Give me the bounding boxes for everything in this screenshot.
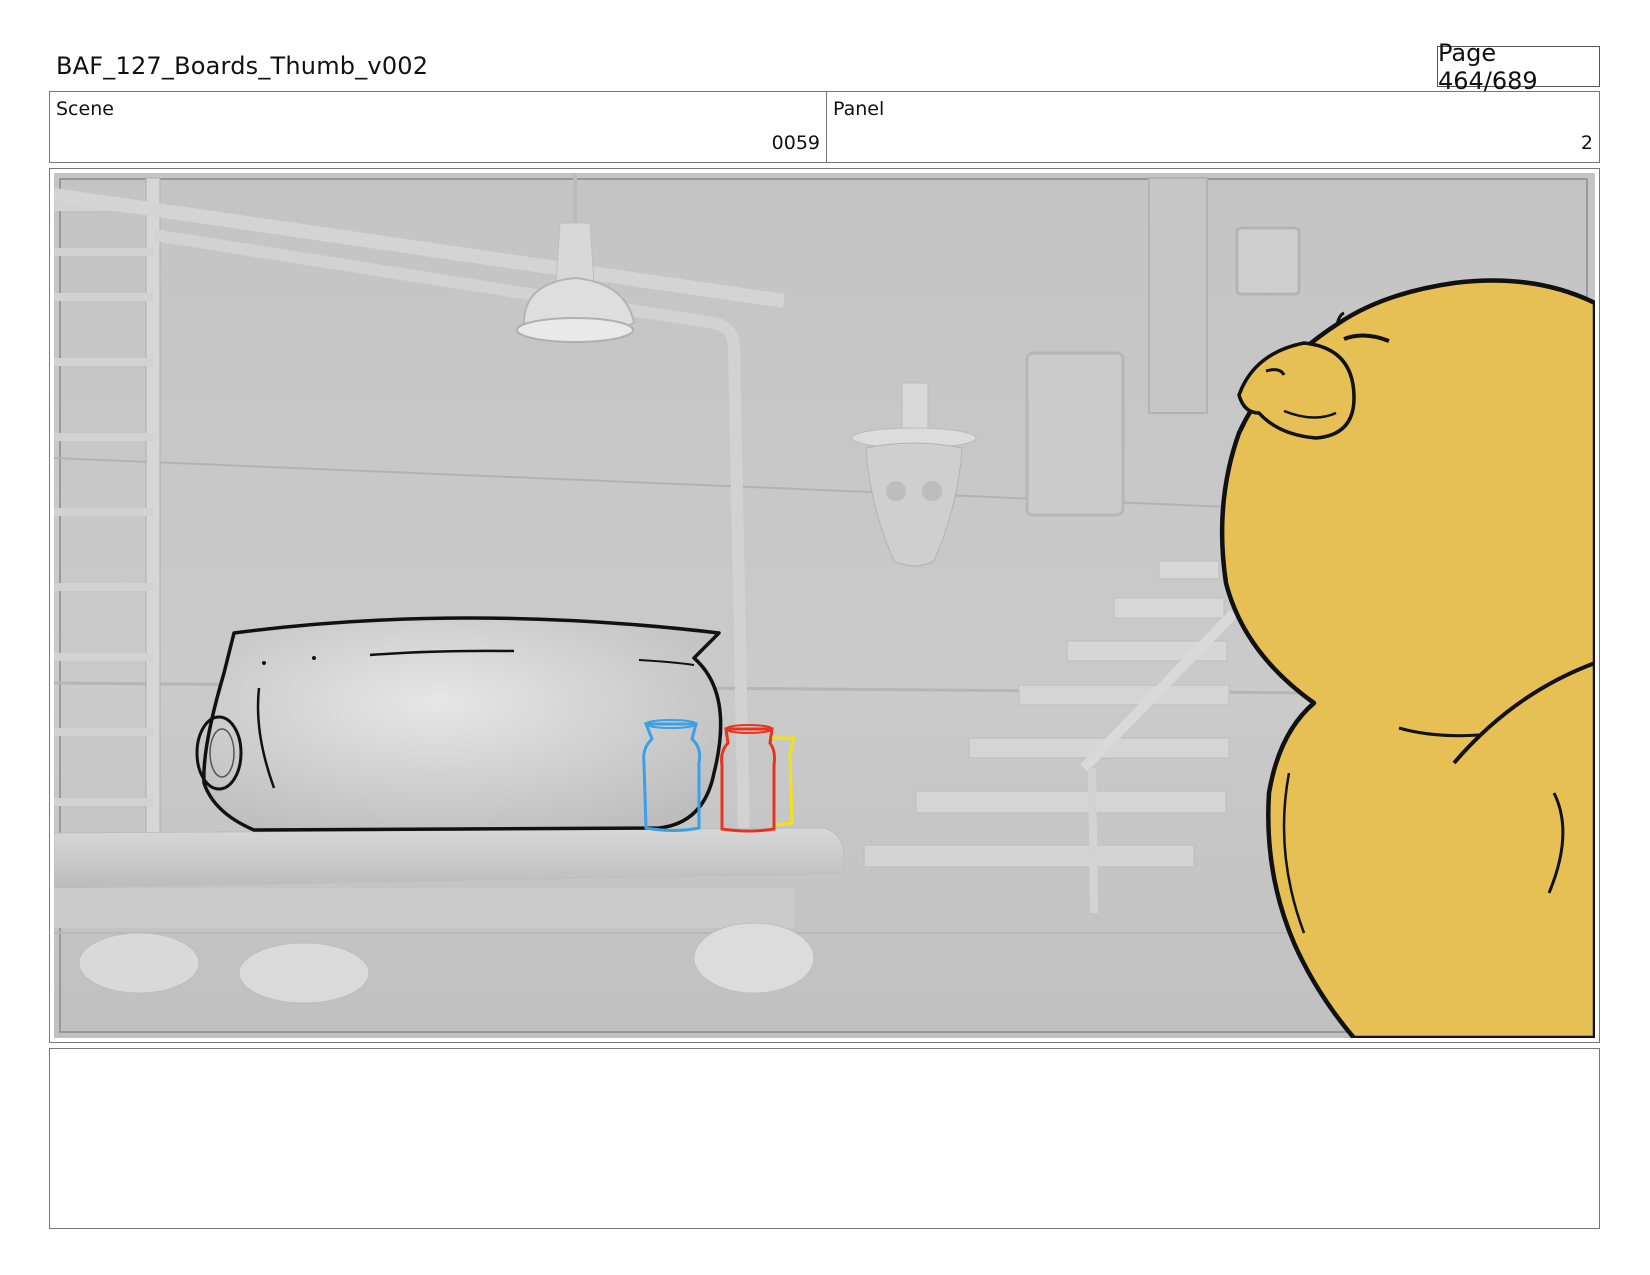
wall-door-frame [1148, 177, 1208, 414]
scene-number: 0059 [771, 132, 820, 154]
scene-panel-info: Scene 0059 Panel 2 [49, 91, 1600, 163]
document-title: BAF_127_Boards_Thumb_v002 [56, 52, 429, 80]
cooking-pot [195, 616, 723, 832]
scene-cell: Scene 0059 [50, 92, 827, 162]
wall-plaque [1235, 226, 1301, 296]
storyboard-drawing [54, 173, 1595, 1038]
page-counter: Page 464/689 [1437, 39, 1600, 95]
wall-frame [1025, 351, 1125, 517]
storyboard-frame [49, 168, 1600, 1043]
notes-box [49, 1048, 1600, 1229]
panel-label: Panel [833, 98, 885, 120]
panel-cell: Panel 2 [827, 92, 1599, 162]
panel-number: 2 [1580, 132, 1593, 154]
scene-label: Scene [56, 98, 114, 120]
